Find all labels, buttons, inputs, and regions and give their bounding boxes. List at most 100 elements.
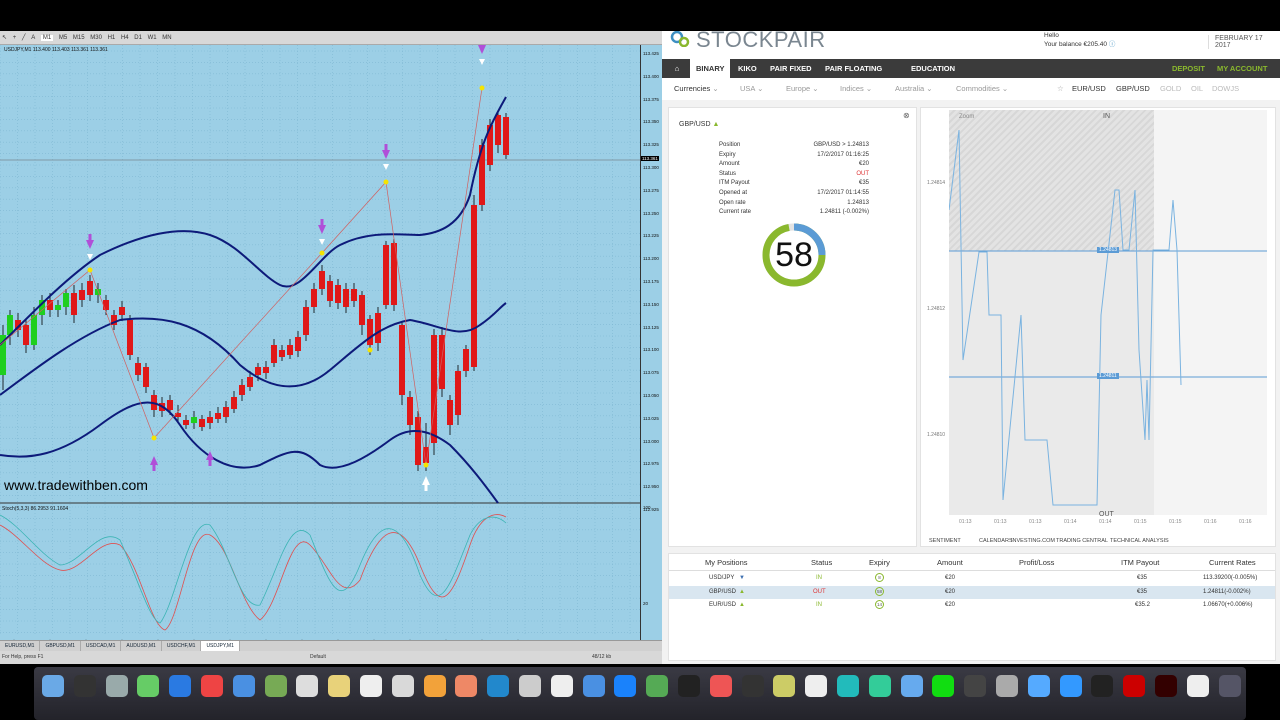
timeframe-d1[interactable]: D1	[134, 35, 142, 41]
adobe-icon[interactable]	[1123, 675, 1146, 697]
crosshair-icon[interactable]: +	[13, 35, 17, 41]
notes-icon[interactable]	[328, 675, 351, 697]
chart-tab[interactable]: GBPUSD,M1	[40, 641, 81, 651]
nav-education[interactable]: EDUCATION	[911, 59, 955, 78]
finder-icon[interactable]	[42, 675, 64, 697]
calendar-icon[interactable]	[296, 675, 319, 697]
timeframe-w1[interactable]: W1	[148, 35, 157, 41]
position-row[interactable]: GBP/USD ▲ OUT 58 €20 €35 1.24811(-0.002%)	[669, 585, 1275, 599]
timeframe-m30[interactable]: M30	[90, 35, 102, 41]
chrome-icon[interactable]	[201, 675, 223, 697]
dropbox-icon[interactable]	[1059, 675, 1082, 697]
whatsapp-icon[interactable]	[868, 675, 891, 697]
launchpad-icon[interactable]	[105, 675, 128, 697]
nav-kiko[interactable]: KIKO	[738, 59, 757, 78]
photoshop-icon[interactable]	[837, 675, 859, 697]
position-row[interactable]: EUR/USD ▲ IN 14 €20 €35.2 1.06670(+0.006%)	[669, 599, 1275, 612]
timeframe-m5[interactable]: M5	[59, 35, 67, 41]
tool-link-0[interactable]: SENTIMENT	[929, 538, 961, 544]
siri-icon[interactable]	[73, 675, 96, 697]
evernote-icon[interactable]	[137, 675, 160, 697]
text-tool-icon[interactable]: A	[31, 35, 35, 41]
nav-binary[interactable]: BINARY	[690, 59, 731, 78]
category-indices[interactable]: Indices ⌄	[840, 84, 872, 93]
books-icon[interactable]	[741, 675, 764, 697]
spotify-icon[interactable]	[932, 675, 955, 697]
position-payout: €35.2	[1135, 602, 1151, 608]
appstore-icon[interactable]	[773, 675, 796, 697]
chart-tab[interactable]: AUDUSD,M1	[121, 641, 162, 651]
zoom-label[interactable]: Zoom	[959, 114, 974, 120]
quick-asset-0[interactable]: EUR/USD	[1072, 84, 1106, 93]
contacts-icon[interactable]	[519, 675, 541, 697]
trash-icon[interactable]	[1218, 675, 1241, 697]
timeframe-h1[interactable]: H1	[108, 35, 116, 41]
timeframe-m15[interactable]: M15	[73, 35, 85, 41]
my-account-button[interactable]: MY ACCOUNT	[1217, 59, 1267, 78]
price-chart[interactable]: 17 Feb 201717 Feb 01:1617 Feb 01:2417 Fe…	[0, 39, 640, 647]
star-icon[interactable]: ☆	[1057, 84, 1064, 93]
quick-asset-3[interactable]: OIL	[1191, 84, 1203, 93]
illustrator-icon[interactable]	[1091, 675, 1114, 697]
category-commodities[interactable]: Commodities ⌄	[956, 84, 1008, 93]
archive-icon[interactable]	[1155, 675, 1177, 697]
numbers-icon[interactable]	[423, 675, 446, 697]
nav-pair-floating[interactable]: PAIR FLOATING	[825, 59, 882, 78]
mail-icon[interactable]	[487, 675, 510, 697]
timeframe-h4[interactable]: H4	[121, 35, 129, 41]
tool-link-1[interactable]: CALENDARS	[979, 538, 1013, 544]
tool-link-3[interactable]: TRADING CENTRAL	[1056, 538, 1108, 544]
system-preferences-icon[interactable]	[996, 675, 1018, 697]
terminal-icon[interactable]	[678, 675, 700, 697]
zigzag-point	[151, 435, 157, 441]
tool-link-4[interactable]: TECHNICAL ANALYSIS	[1110, 538, 1169, 544]
zoom-icon[interactable]	[1027, 675, 1050, 697]
reminders-icon[interactable]	[360, 675, 382, 697]
position-row[interactable]: USD/JPY ▼ IN 8 €20 €35 113.39200(-0.005%)	[669, 572, 1275, 585]
position-amount: €20	[945, 588, 956, 595]
textedit-icon[interactable]	[550, 675, 573, 697]
photos-icon[interactable]	[264, 675, 287, 697]
tool-link-2[interactable]: INVESTING.COM	[1011, 538, 1055, 544]
candle	[199, 419, 205, 427]
category-europe[interactable]: Europe ⌄	[786, 84, 819, 93]
line-tool-icon[interactable]: ╱	[22, 34, 26, 41]
chart-tab[interactable]: USDCHF,M1	[162, 641, 202, 651]
quick-asset-2[interactable]: GOLD	[1160, 84, 1181, 93]
pages-icon[interactable]	[455, 675, 478, 697]
candle	[463, 349, 469, 371]
category-australia[interactable]: Australia ⌄	[895, 84, 933, 93]
deposit-button[interactable]: DEPOSIT	[1172, 59, 1205, 78]
chart-tab[interactable]: USDJPY,M1	[201, 641, 240, 651]
facetime-icon[interactable]	[614, 675, 637, 697]
cursor-icon[interactable]: ↖	[2, 34, 7, 41]
stockpair-logo[interactable]: STOCKPAIR	[696, 27, 826, 53]
quick-asset-4[interactable]: DOWJS	[1212, 84, 1239, 93]
chart-tab[interactable]: EURUSD,M1	[0, 641, 41, 651]
music-icon[interactable]	[646, 675, 669, 697]
rate-chart[interactable]: Zoom IN OUT 1.24813 1.24811	[949, 110, 1267, 518]
nav-pair-fixed[interactable]: PAIR FIXED	[770, 59, 812, 78]
info-icon[interactable]: ⓘ	[1109, 41, 1116, 48]
position-rate: 1.24811(-0.002%)	[1203, 588, 1251, 595]
messages-icon[interactable]	[582, 675, 605, 697]
timeframe-mn[interactable]: MN	[162, 35, 171, 41]
candle	[303, 307, 309, 335]
chart-tab[interactable]: USDCAD,M1	[81, 641, 122, 651]
acrobat-icon[interactable]	[964, 675, 987, 697]
maps-icon[interactable]	[805, 675, 828, 697]
close-icon[interactable]: ⊗	[903, 111, 910, 120]
info-value: €35	[858, 180, 869, 187]
skype-icon[interactable]	[900, 675, 923, 697]
itunes-icon[interactable]	[709, 675, 732, 697]
preview-icon[interactable]	[232, 675, 255, 697]
keynote-icon[interactable]	[391, 675, 414, 697]
downloads-icon[interactable]	[1186, 675, 1209, 697]
quick-asset-1[interactable]: GBP/USD	[1116, 84, 1150, 93]
position-asset: EUR/USD	[709, 602, 737, 608]
timeframe-m1[interactable]: M1	[40, 35, 54, 41]
category-usa[interactable]: USA ⌄	[740, 84, 763, 93]
category-currencies[interactable]: Currencies ⌄	[674, 84, 719, 93]
safari-icon[interactable]	[169, 675, 192, 697]
home-icon[interactable]: ⌂	[668, 59, 686, 78]
